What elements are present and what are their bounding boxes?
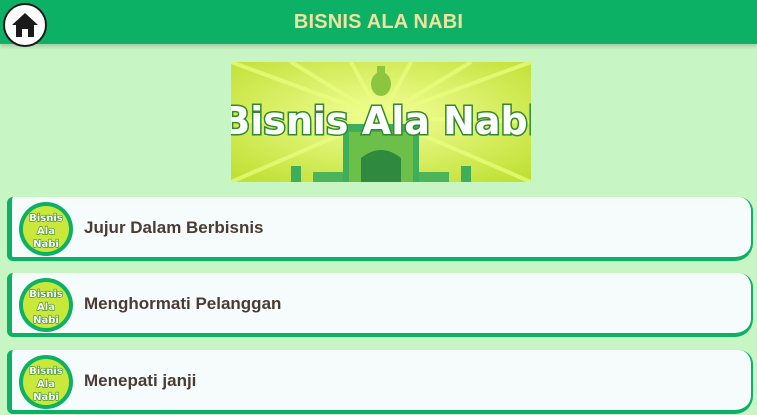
list-item-thumbnail: Bisnis Ala Nabi [19, 202, 73, 256]
banner-title: Bisnis Ala Nabi [231, 99, 531, 143]
app-bar: BISNIS ALA NABI [0, 0, 757, 47]
svg-text:Ala: Ala [37, 226, 55, 237]
svg-text:Ala: Ala [37, 302, 55, 313]
list-item-label: Menghormati Pelanggan [84, 294, 282, 313]
svg-text:Nabi: Nabi [33, 315, 59, 326]
list-item[interactable]: Bisnis Ala Nabi Jujur Dalam Berbisnis [7, 197, 753, 261]
svg-text:Nabi: Nabi [33, 392, 59, 403]
svg-text:Nabi: Nabi [33, 239, 59, 250]
page-title: BISNIS ALA NABI [293, 11, 464, 33]
svg-text:Bisnis: Bisnis [29, 213, 63, 224]
svg-text:Bisnis: Bisnis [29, 289, 63, 300]
svg-text:Bisnis: Bisnis [29, 366, 63, 377]
svg-text:Ala: Ala [37, 379, 55, 390]
list-item-thumbnail: Bisnis Ala Nabi [19, 355, 73, 409]
list-item-thumbnail: Bisnis Ala Nabi [19, 278, 73, 332]
list-item-label: Jujur Dalam Berbisnis [84, 218, 264, 237]
banner-image: Bisnis Ala Nabi [231, 62, 531, 182]
list-item[interactable]: Bisnis Ala Nabi Menepati janji [7, 350, 753, 414]
list-item[interactable]: Bisnis Ala Nabi Menghormati Pelanggan [7, 273, 753, 337]
list-item-label: Menepati janji [84, 371, 197, 390]
